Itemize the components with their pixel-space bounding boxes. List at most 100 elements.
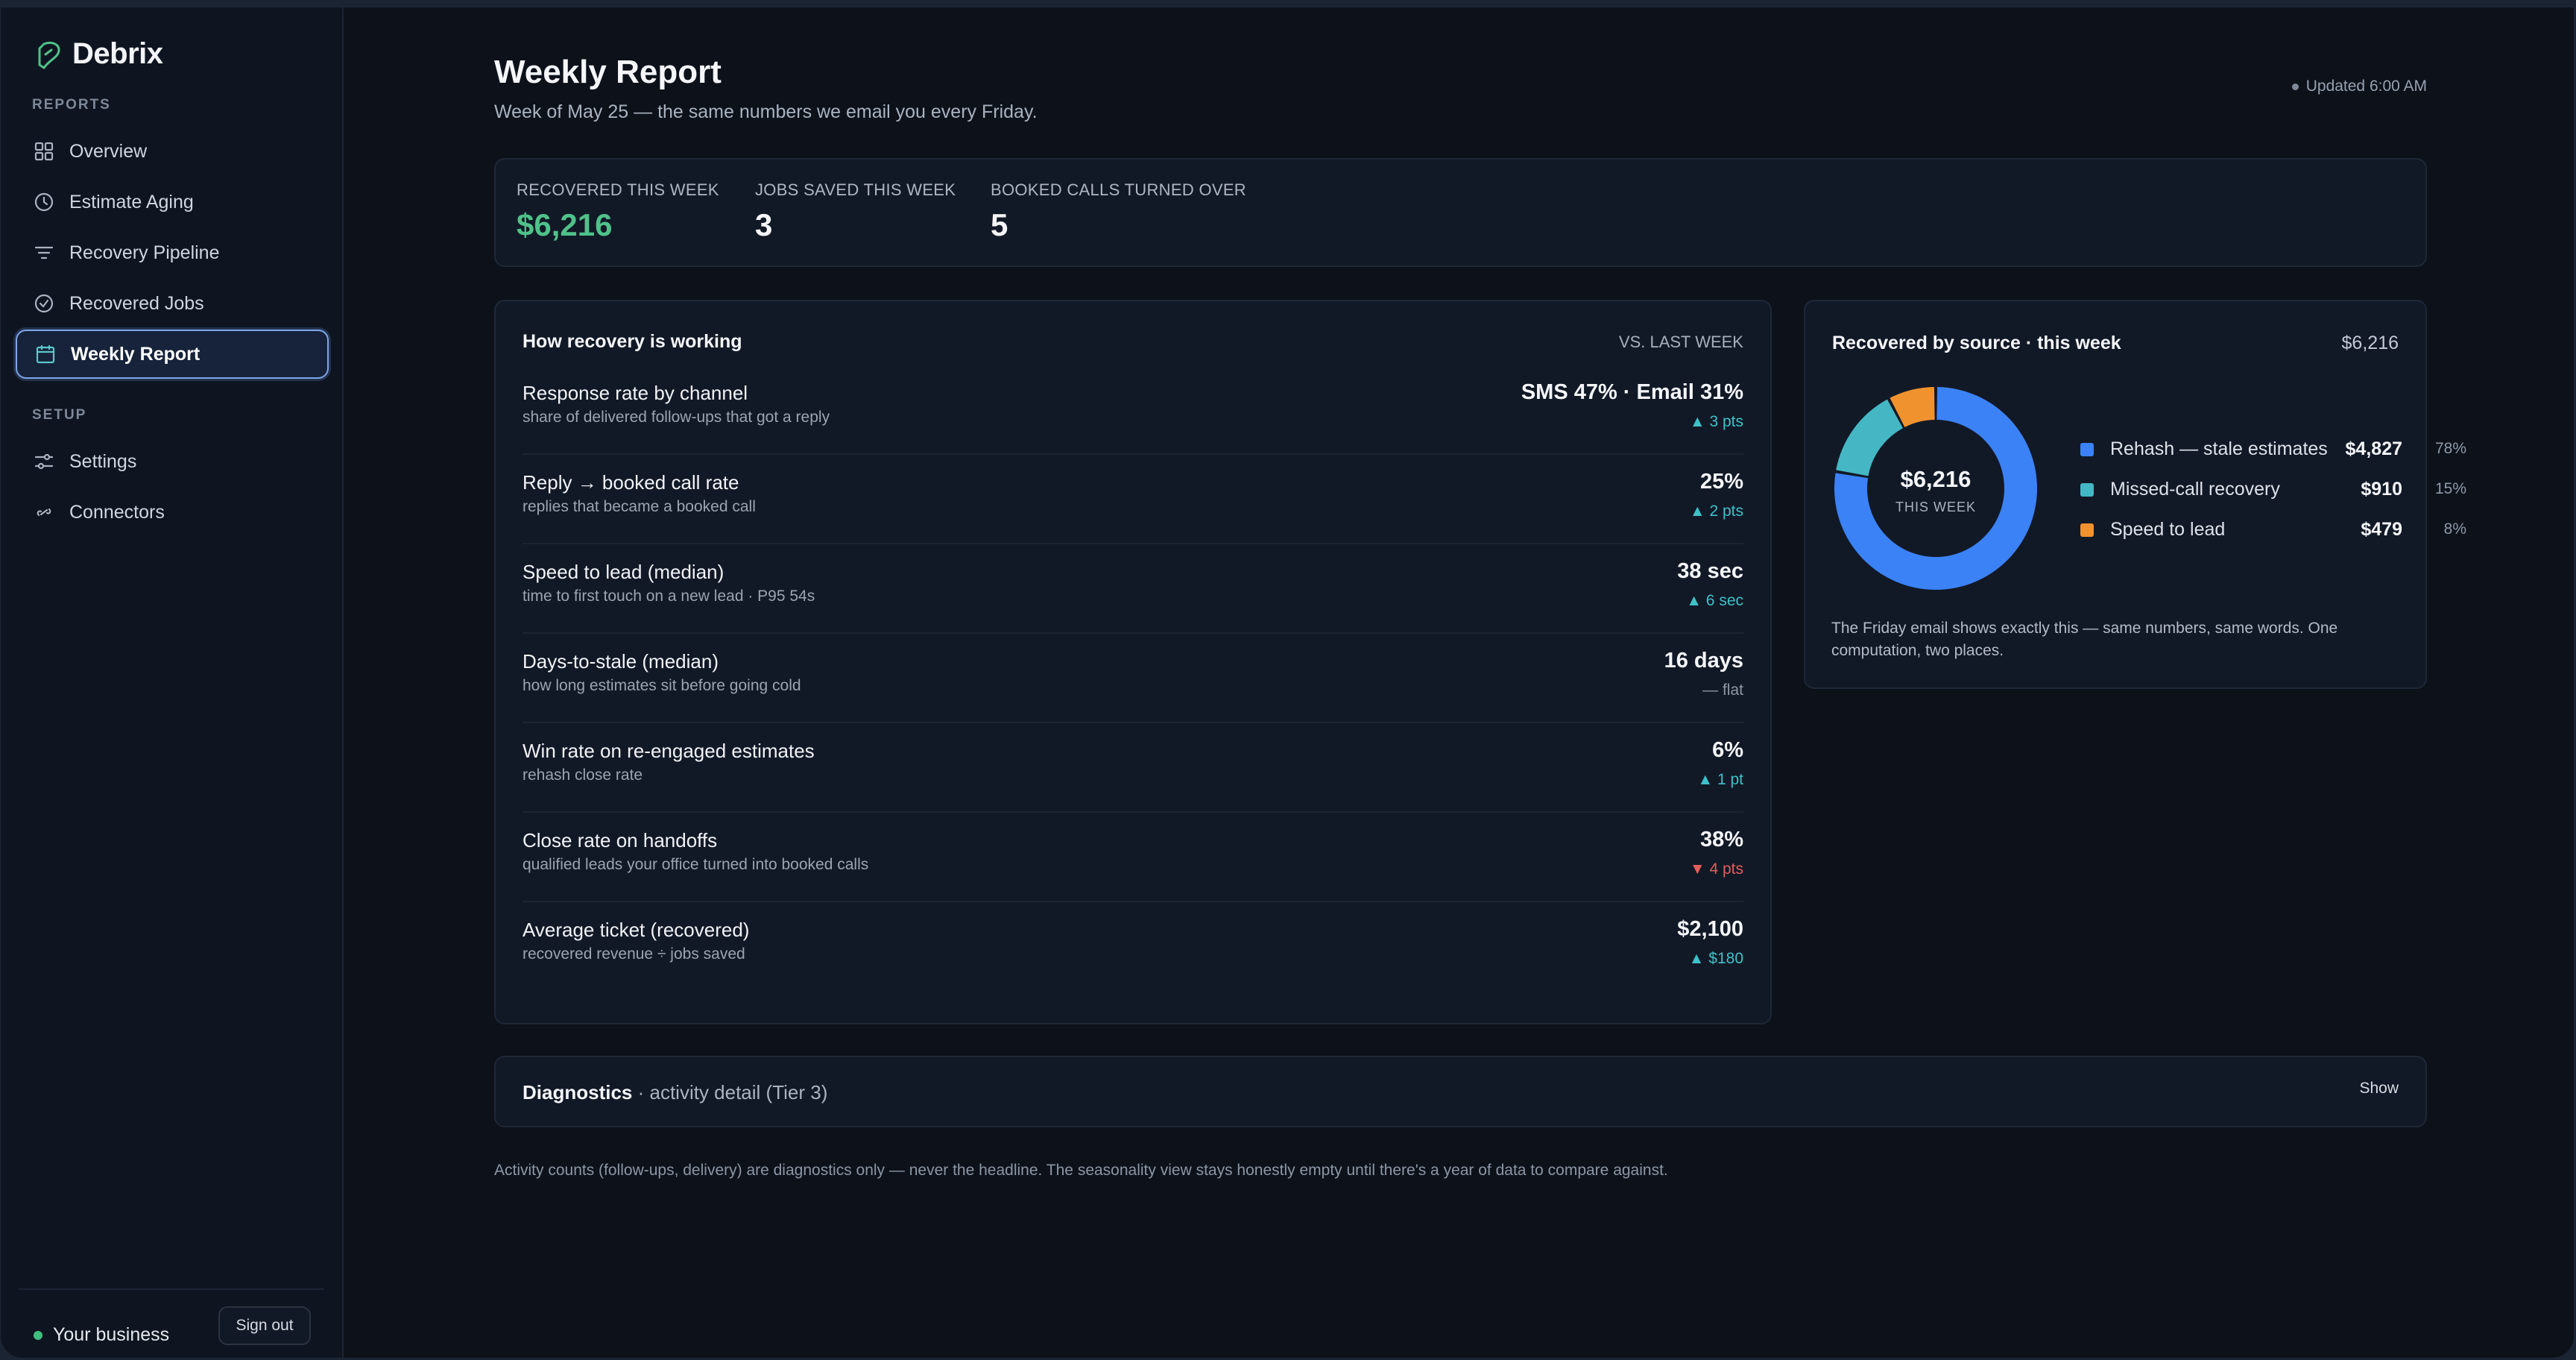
legend-swatch	[2080, 523, 2094, 537]
metric-delta: ▲ $180	[1688, 950, 1743, 967]
sidebar-item-label: Recovery Pipeline	[69, 242, 220, 263]
sidebar-item-recovered-jobs[interactable]: Recovered Jobs	[16, 279, 329, 328]
sidebar-item-label: Weekly Report	[71, 343, 201, 365]
status-dot	[2291, 83, 2299, 90]
diagnostics-heading: Diagnostics · activity detail (Tier 3)	[523, 1081, 827, 1104]
metric-title: Speed to lead (median)	[523, 561, 724, 583]
legend-percent: 15%	[2434, 480, 2466, 497]
metric-title: Win rate on re-engaged estimates	[523, 740, 815, 762]
metric-value: 6%	[1712, 738, 1743, 762]
link-icon	[34, 502, 54, 523]
sidebar-item-overview[interactable]: Overview	[16, 127, 329, 176]
metric-description: time to first touch on a new lead · P95 …	[523, 588, 815, 605]
debrix-logo-icon	[38, 41, 60, 69]
legend-label: Speed to lead	[2110, 519, 2226, 540]
metric-description: recovered revenue ÷ jobs saved	[523, 945, 745, 963]
legend-percent: 8%	[2443, 520, 2466, 538]
sign-out-button[interactable]: Sign out	[218, 1306, 311, 1345]
summary-card: RECOVERED THIS WEEK $6,216 JOBS SAVED TH…	[494, 158, 2427, 267]
sliders-icon	[34, 451, 54, 472]
metric-value: 38%	[1699, 828, 1743, 851]
metric-title: Average ticket (recovered)	[523, 919, 750, 941]
metric-title: Reply → booked call rate	[523, 471, 739, 494]
sidebar-item-label: Estimate Aging	[69, 191, 194, 212]
kpi-booked-calls: BOOKED CALLS TURNED OVER 5	[991, 180, 1246, 243]
metric-description: qualified leads your office turned into …	[523, 856, 869, 873]
comparison-label: VS. LAST WEEK	[1618, 333, 1743, 351]
kpi-label: JOBS SAVED THIS WEEK	[755, 180, 956, 199]
metric-value: 38 sec	[1677, 559, 1743, 583]
legend-swatch	[2080, 482, 2094, 497]
sidebar-item-label: Recovered Jobs	[69, 292, 204, 314]
legend-item-speed-to-lead: Speed to lead	[2080, 519, 2225, 541]
diagnostics-title: Diagnostics	[523, 1081, 633, 1104]
clock-icon	[34, 192, 54, 212]
sidebar-footer: Your business Sign out	[19, 1288, 324, 1345]
kpi-label: BOOKED CALLS TURNED OVER	[991, 180, 1246, 199]
metric-description: rehash close rate	[523, 766, 643, 784]
calendar-icon	[35, 344, 56, 365]
metric-title: Response rate by channel	[523, 382, 748, 404]
metric-row: Days-to-stale (median) how long estimate…	[523, 634, 1743, 723]
metric-row: Win rate on re-engaged estimates rehash …	[523, 723, 1743, 813]
metric-title: Close rate on handoffs	[523, 829, 718, 851]
metric-title: Days-to-stale (median)	[523, 650, 719, 673]
metric-row: Response rate by channel share of delive…	[523, 365, 1743, 455]
diagnostics-show-button[interactable]: Show	[2359, 1080, 2399, 1098]
kpi-value: $6,216	[517, 207, 613, 242]
metric-row: Close rate on handoffs qualified leads y…	[523, 813, 1743, 902]
sidebar-item-recovery-pipeline[interactable]: Recovery Pipeline	[16, 228, 329, 277]
metric-description: share of delivered follow-ups that got a…	[523, 409, 830, 426]
filter-icon	[34, 242, 54, 263]
metric-value: $2,100	[1677, 917, 1743, 941]
legend-percent: 78%	[2434, 440, 2466, 457]
app-window: Debrix REPORTS Overview Estimate Aging R…	[0, 7, 2575, 1359]
legend-value: $479	[2361, 519, 2402, 540]
card-title: Recovered by source · this week	[1832, 333, 2121, 353]
sidebar-item-connectors[interactable]: Connectors	[16, 488, 329, 537]
metric-row: Average ticket (recovered) recovered rev…	[523, 902, 1743, 992]
legend-item-missed-call: Missed-call recovery	[2080, 479, 2280, 500]
metric-value: SMS 47% · Email 31%	[1521, 380, 1743, 404]
donut-center-label: THIS WEEK	[1895, 500, 1976, 514]
page-subtitle: Week of May 25 — the same numbers we ema…	[494, 101, 1038, 122]
legend-label: Missed-call recovery	[2110, 479, 2280, 500]
metric-value: 25%	[1699, 470, 1743, 494]
kpi-value: 3	[755, 207, 773, 242]
page-title: Weekly Report	[494, 54, 722, 90]
metric-delta: ▲ 3 pts	[1689, 413, 1743, 430]
diagnostics-detail: · activity detail (Tier 3)	[632, 1081, 828, 1104]
metric-delta: ▼ 4 pts	[1689, 860, 1743, 878]
sidebar-item-settings[interactable]: Settings	[16, 437, 329, 486]
sidebar-item-label: Settings	[69, 450, 137, 472]
updated-label: Updated 6:00 AM	[2305, 78, 2427, 95]
check-circle-icon	[34, 293, 54, 314]
donut-center-value: $6,216	[1900, 466, 1972, 492]
diagnostics-card: Diagnostics · activity detail (Tier 3) S…	[494, 1056, 2427, 1127]
sidebar-item-weekly-report[interactable]: Weekly Report	[16, 330, 329, 379]
metric-delta: ▲ 2 pts	[1689, 503, 1743, 520]
metric-row: Speed to lead (median) time to first tou…	[523, 544, 1743, 634]
metric-delta: — flat	[1702, 681, 1743, 699]
setup-section-label: SETUP	[32, 407, 87, 423]
legend-swatch	[2080, 442, 2094, 456]
kpi-label: RECOVERED THIS WEEK	[517, 180, 719, 199]
kpi-jobs-saved: JOBS SAVED THIS WEEK 3	[755, 180, 956, 243]
metric-description: replies that became a booked call	[523, 498, 756, 515]
sidebar-item-label: Connectors	[69, 501, 165, 523]
grid-icon	[34, 141, 54, 162]
brand[interactable]: Debrix	[34, 37, 163, 71]
footnote: Activity counts (follow-ups, delivery) a…	[494, 1162, 1668, 1179]
legend-value: $910	[2361, 479, 2402, 500]
metric-delta: ▲ 6 sec	[1686, 592, 1743, 609]
business-name: Your business	[53, 1324, 170, 1345]
updated-status: Updated 6:00 AM	[2291, 78, 2427, 95]
metric-description: how long estimates sit before going cold	[523, 677, 801, 694]
kpi-value: 5	[991, 207, 1008, 242]
sidebar-item-estimate-aging[interactable]: Estimate Aging	[16, 177, 329, 227]
source-total: $6,216	[2341, 333, 2399, 353]
sidebar-item-label: Overview	[69, 140, 148, 162]
legend-value: $4,827	[2345, 438, 2402, 459]
online-status-dot	[34, 1330, 42, 1340]
source-note: The Friday email shows exactly this — sa…	[1831, 620, 2338, 659]
